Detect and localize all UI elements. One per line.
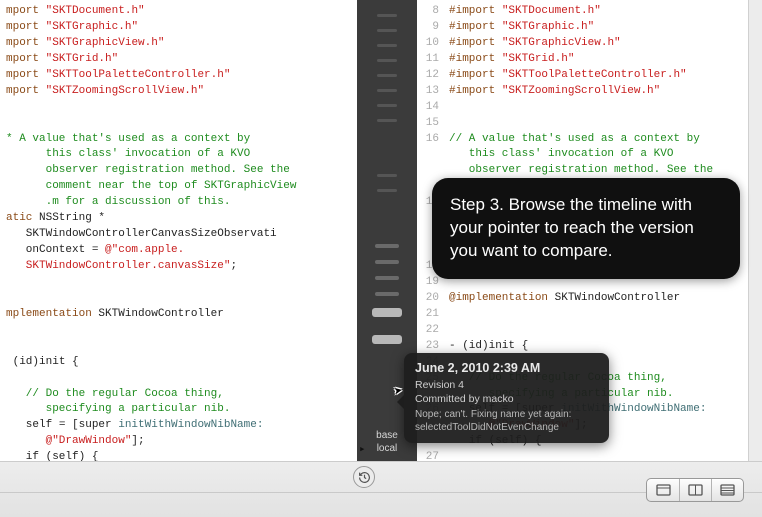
timeline-tick[interactable]: [375, 260, 399, 264]
timeline-marker-hover[interactable]: [372, 335, 402, 344]
scrollbar[interactable]: [748, 0, 762, 461]
timeline-tick[interactable]: [377, 89, 397, 92]
version-editor-icon[interactable]: [711, 479, 743, 501]
timeline-marker-current[interactable]: [372, 308, 402, 317]
tooltip-date: June 2, 2010 2:39 AM: [415, 361, 598, 375]
tooltip-revision: Revision 4: [415, 378, 598, 392]
version-editor-window: mport "SKTDocument.h" mport "SKTGraphic.…: [0, 0, 762, 517]
timeline-tick[interactable]: [377, 44, 397, 47]
timeline-tick[interactable]: [377, 119, 397, 122]
view-mode-switcher[interactable]: [646, 478, 744, 502]
timeline-local-label[interactable]: local: [357, 442, 417, 455]
tooltip-author: Committed by macko: [415, 392, 598, 406]
toolbar-footer: [0, 461, 762, 517]
timeline-tick[interactable]: [375, 292, 399, 296]
editor-area: mport "SKTDocument.h" mport "SKTGraphic.…: [0, 0, 762, 461]
revision-tooltip: June 2, 2010 2:39 AM Revision 4 Committe…: [404, 353, 609, 443]
left-code-pane[interactable]: mport "SKTDocument.h" mport "SKTGraphic.…: [0, 0, 357, 461]
timeline-tick[interactable]: [377, 74, 397, 77]
timeline-tick[interactable]: [377, 189, 397, 192]
timeline-tick[interactable]: [377, 174, 397, 177]
timeline-prev-icon[interactable]: ▸: [359, 442, 366, 456]
timeline-tick[interactable]: [377, 59, 397, 62]
timeline-tick[interactable]: [377, 104, 397, 107]
standard-editor-icon[interactable]: [647, 479, 679, 501]
assistant-editor-icon[interactable]: [679, 479, 711, 501]
timeline-tick[interactable]: [377, 29, 397, 32]
tooltip-message: Nope; can't. Fixing name yet again: sele…: [415, 408, 598, 434]
callout-text: Step 3. Browse the timeline with your po…: [450, 195, 694, 260]
history-icon[interactable]: [353, 466, 375, 488]
timeline-tick[interactable]: [375, 276, 399, 280]
timeline-tick[interactable]: [377, 14, 397, 17]
instructional-callout: Step 3. Browse the timeline with your po…: [432, 178, 740, 279]
timeline-tick[interactable]: [375, 244, 399, 248]
